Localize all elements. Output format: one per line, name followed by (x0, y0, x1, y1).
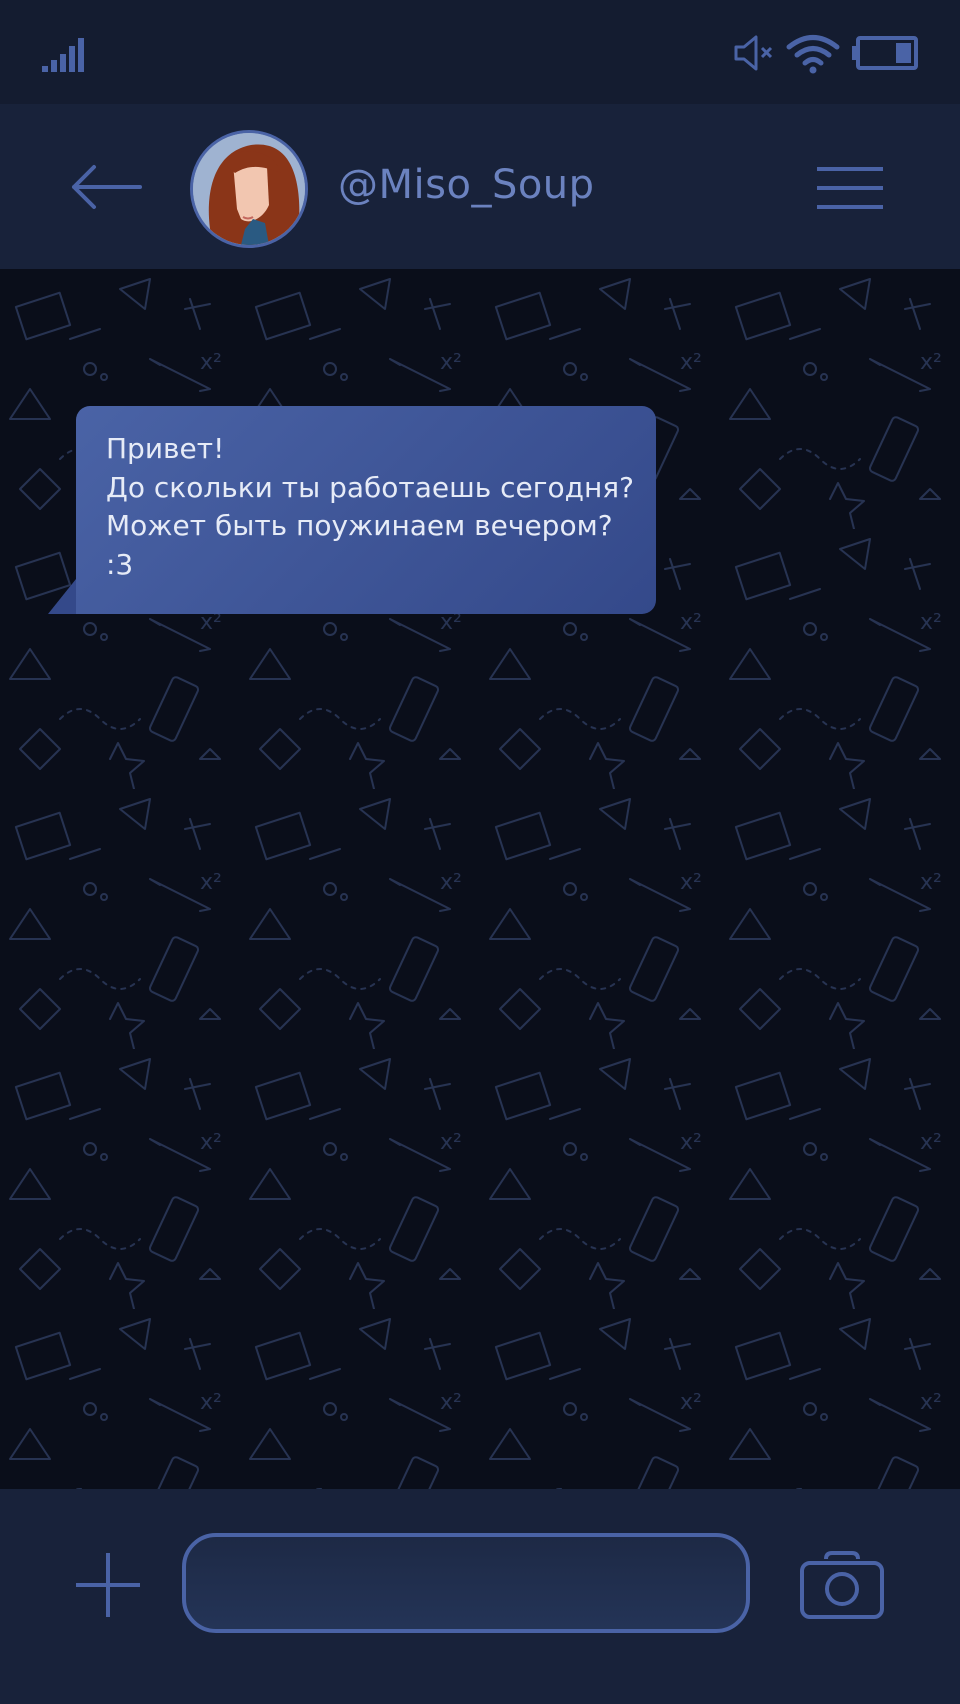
menu-button[interactable] (815, 166, 885, 210)
status-bar (0, 0, 960, 104)
message-line: Привет! (106, 432, 225, 465)
avatar-illustration (193, 133, 305, 245)
hamburger-menu-icon (817, 167, 883, 209)
mute-icon (734, 35, 773, 71)
message-line: Может быть поужинаем вечером? (106, 509, 613, 542)
message-line: До скольки ты работаешь сегодня? (106, 470, 634, 504)
signal-icon (42, 38, 84, 72)
battery-icon (852, 36, 918, 70)
plus-icon (76, 1553, 140, 1617)
contact-username[interactable]: @Miso_Soup (338, 162, 595, 208)
message-input[interactable] (182, 1533, 750, 1633)
back-button[interactable] (70, 159, 142, 215)
camera-icon (800, 1551, 884, 1619)
camera-button[interactable] (798, 1549, 886, 1621)
back-arrow-icon (72, 165, 142, 209)
incoming-message-bubble[interactable]: Привет! До скольки ты работаешь сегодня?… (76, 406, 656, 614)
wifi-icon (786, 35, 840, 74)
composer-bar (0, 1489, 960, 1704)
chat-area[interactable]: x² Привет! До скольки ты работаешь сегод… (0, 269, 960, 1489)
chat-header: @Miso_Soup (0, 104, 960, 269)
avatar[interactable] (190, 130, 308, 248)
message-line: :3 (106, 547, 134, 581)
attach-button[interactable] (74, 1551, 142, 1619)
